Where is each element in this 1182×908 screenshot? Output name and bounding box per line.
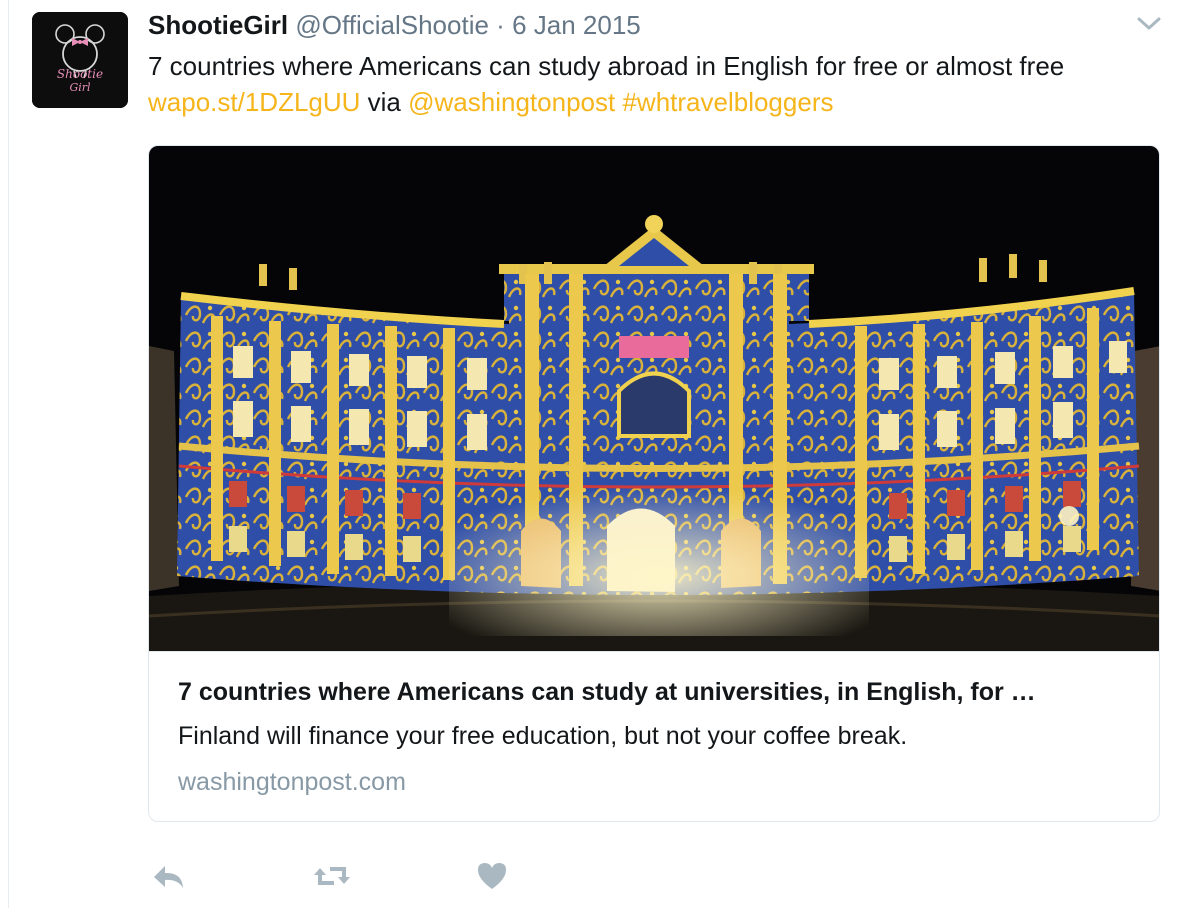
tweet-date[interactable]: 6 Jan 2015 bbox=[512, 10, 641, 40]
shootie-girl-logo: Shootie Girl bbox=[32, 12, 128, 108]
mention-link[interactable]: @washingtonpost bbox=[408, 87, 615, 117]
tweet-header: ShootieGirl @OfficialShootie · 6 Jan 201… bbox=[148, 9, 641, 41]
svg-text:Girl: Girl bbox=[69, 81, 91, 94]
via-word: via bbox=[367, 87, 401, 117]
card-domain[interactable]: washingtonpost.com bbox=[178, 766, 406, 798]
hashtag-symbol: # bbox=[622, 87, 637, 117]
reply-icon[interactable] bbox=[150, 856, 190, 896]
short-link[interactable]: wapo.st/1DZLgUU bbox=[148, 87, 360, 117]
timeline-divider bbox=[8, 0, 9, 908]
svg-text:Shootie: Shootie bbox=[57, 67, 103, 81]
card-title[interactable]: 7 countries where Americans can study at… bbox=[178, 676, 1138, 708]
avatar[interactable]: Shootie Girl bbox=[32, 12, 128, 108]
like-icon[interactable] bbox=[474, 856, 514, 896]
link-preview-card[interactable]: 7 countries where Americans can study at… bbox=[148, 145, 1160, 822]
card-body[interactable]: 7 countries where Americans can study at… bbox=[149, 651, 1159, 821]
author-name[interactable]: ShootieGirl bbox=[148, 10, 288, 40]
author-handle[interactable]: @OfficialShootie bbox=[295, 10, 489, 40]
card-description: Finland will finance your free education… bbox=[178, 722, 908, 750]
separator-dot: · bbox=[496, 10, 505, 40]
chevron-down-icon[interactable] bbox=[1134, 12, 1164, 36]
retweet-icon[interactable] bbox=[310, 856, 350, 896]
card-image[interactable] bbox=[149, 146, 1159, 651]
hashtag-link[interactable]: whtravelbloggers bbox=[637, 87, 834, 117]
tweet-text: 7 countries where Americans can study ab… bbox=[148, 48, 1064, 120]
tweet-body: 7 countries where Americans can study ab… bbox=[148, 51, 1065, 81]
